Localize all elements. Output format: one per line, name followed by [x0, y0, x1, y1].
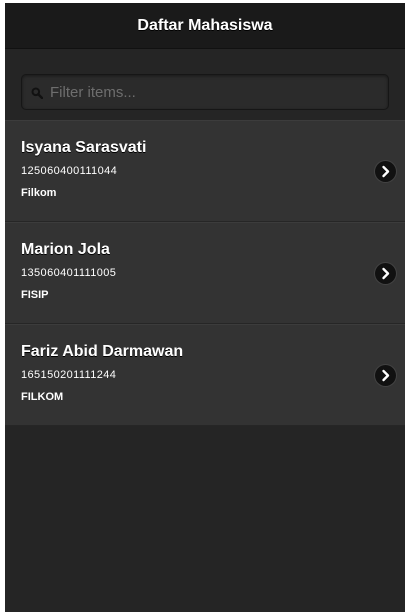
list-item[interactable]: Marion Jola 135060401111005 FISIP: [5, 222, 405, 324]
header-bar: Daftar Mahasiswa: [5, 3, 405, 49]
student-faculty: FILKOM: [21, 391, 64, 403]
student-faculty: Filkom: [21, 187, 57, 199]
filter-box[interactable]: [21, 74, 389, 110]
student-name: Fariz Abid Darmawan: [21, 343, 184, 360]
list-item[interactable]: Isyana Sarasvati 125060400111044 Filkom: [5, 120, 405, 222]
filter-bar: [5, 49, 405, 120]
student-list: Isyana Sarasvati 125060400111044 Filkom …: [5, 120, 405, 426]
chevron-right-icon[interactable]: [375, 161, 396, 182]
page-title: Daftar Mahasiswa: [137, 16, 273, 34]
student-nim: 165150201111244: [21, 369, 117, 381]
student-name: Marion Jola: [21, 241, 110, 258]
filter-input[interactable]: [50, 75, 382, 109]
student-nim: 125060400111044: [21, 165, 118, 177]
list-item[interactable]: Fariz Abid Darmawan 165150201111244 FILK…: [5, 324, 405, 426]
chevron-right-icon[interactable]: [375, 263, 396, 284]
chevron-right-icon[interactable]: [375, 365, 396, 386]
student-name: Isyana Sarasvati: [21, 139, 147, 156]
search-icon: [31, 86, 44, 100]
student-faculty: FISIP: [21, 289, 49, 301]
app-screen: Daftar Mahasiswa Isyana Sarasvati 125060…: [5, 3, 405, 612]
student-nim: 135060401111005: [21, 267, 117, 279]
